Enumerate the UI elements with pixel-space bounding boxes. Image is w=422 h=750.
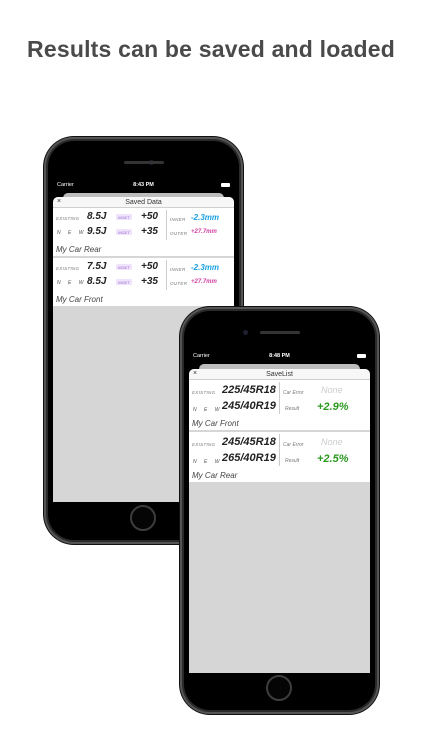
battery-icon: [221, 183, 230, 187]
home-button[interactable]: [266, 675, 292, 701]
list-item[interactable]: EXISTING 245/45R18 N E W 265/40R19 Car E…: [189, 432, 370, 484]
nav-title: Saved Data: [125, 199, 162, 206]
new-tire-size: 245/40R19: [222, 400, 276, 412]
outer-value: +27.7mm: [191, 229, 217, 235]
result-value: +2.9%: [317, 401, 349, 413]
result-label: Result: [285, 458, 300, 464]
existing-tire-size: 245/45R18: [222, 436, 276, 448]
phone-front: Carrier 8:48 PM × SaveList EXISTING 225/…: [180, 307, 379, 714]
new-label: N E W: [57, 230, 87, 236]
list-item[interactable]: EXISTING 8.5J INSET +50 N E W 9.5J INSET…: [53, 208, 234, 258]
car-error-value: None: [321, 437, 343, 447]
status-bar: Carrier 8:43 PM: [53, 179, 234, 191]
inset-badge: INSET: [116, 279, 132, 285]
new-tire-size: 265/40R19: [222, 452, 276, 464]
new-offset: +35: [141, 276, 158, 287]
existing-offset: +50: [141, 211, 158, 222]
car-error-value: None: [321, 385, 343, 395]
nav-bar: × Saved Data: [53, 197, 234, 208]
record-name: My Car Front: [192, 419, 239, 428]
speaker-grille: [260, 331, 300, 334]
inset-badge: INSET: [116, 214, 132, 220]
existing-label: EXISTING: [56, 266, 80, 271]
list-item[interactable]: EXISTING 225/45R18 N E W 245/40R19 Car E…: [189, 380, 370, 432]
outer-label: OUTER: [170, 231, 188, 236]
existing-label: EXISTING: [192, 390, 216, 395]
inner-label: INNER: [170, 267, 186, 272]
inner-label: INNER: [170, 217, 186, 222]
car-error-label: Car Error: [283, 442, 304, 448]
status-time: 8:48 PM: [269, 353, 290, 359]
record-name: My Car Front: [56, 295, 103, 304]
outer-label: OUTER: [170, 281, 188, 286]
result-label: Result: [285, 406, 300, 412]
status-bar: Carrier 8:48 PM: [189, 350, 370, 362]
headline: Results can be saved and loaded: [27, 36, 395, 62]
existing-tire-size: 225/45R18: [222, 384, 276, 396]
inner-value: -2.3mm: [191, 263, 220, 272]
nav-bar: × SaveList: [189, 369, 370, 380]
new-rim: 9.5J: [87, 226, 107, 237]
screen-save-list: Carrier 8:48 PM × SaveList EXISTING 225/…: [189, 350, 370, 673]
list-item[interactable]: EXISTING 7.5J INSET +50 N E W 8.5J INSET…: [53, 258, 234, 308]
record-name: My Car Rear: [56, 245, 102, 254]
new-label: N E W: [193, 407, 223, 413]
status-time: 8:43 PM: [133, 182, 154, 188]
inner-value: -2.3mm: [191, 213, 220, 222]
new-label: N E W: [193, 459, 223, 465]
existing-rim: 7.5J: [87, 261, 107, 272]
result-value: +2.5%: [317, 453, 349, 465]
existing-rim: 8.5J: [87, 211, 107, 222]
front-camera-icon: [243, 330, 248, 335]
new-offset: +35: [141, 226, 158, 237]
home-button[interactable]: [130, 505, 156, 531]
inset-badge: INSET: [116, 229, 132, 235]
nav-title: SaveList: [266, 371, 293, 378]
existing-label: EXISTING: [56, 216, 80, 221]
speaker-grille: [124, 161, 164, 164]
new-rim: 8.5J: [87, 276, 107, 287]
record-name: My Car Rear: [192, 471, 238, 480]
outer-value: +27.7mm: [191, 279, 217, 285]
new-label: N E W: [57, 280, 87, 286]
existing-label: EXISTING: [192, 442, 216, 447]
battery-icon: [357, 354, 366, 358]
existing-offset: +50: [141, 261, 158, 272]
car-error-label: Car Error: [283, 390, 304, 396]
inset-badge: INSET: [116, 264, 132, 270]
